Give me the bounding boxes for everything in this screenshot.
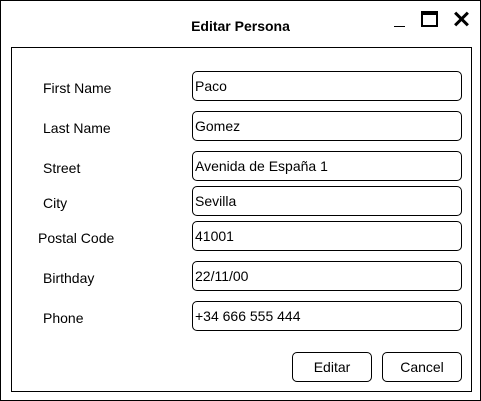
birthday-field[interactable] xyxy=(192,261,462,291)
last-name-label: Last Name xyxy=(43,120,111,136)
city-label: City xyxy=(43,195,68,211)
phone-label: Phone xyxy=(43,310,84,326)
minimize-icon[interactable] xyxy=(394,14,406,28)
street-field[interactable] xyxy=(192,151,462,181)
first-name-label: First Name xyxy=(43,80,112,96)
edit-button[interactable]: Editar xyxy=(292,352,372,382)
close-icon[interactable] xyxy=(453,11,471,29)
first-name-field[interactable] xyxy=(192,71,462,101)
edit-person-dialog: Editar Persona First Name Last Name Stre… xyxy=(0,0,481,401)
phone-field[interactable] xyxy=(192,301,462,331)
form-panel: First Name Last Name Street City Postal … xyxy=(11,47,472,392)
city-field[interactable] xyxy=(192,186,462,216)
street-label: Street xyxy=(43,160,81,176)
window-title: Editar Persona xyxy=(191,18,290,34)
last-name-field[interactable] xyxy=(192,111,462,141)
maximize-icon[interactable] xyxy=(421,11,439,28)
birthday-label: Birthday xyxy=(43,270,95,286)
postal-code-field[interactable] xyxy=(192,221,462,251)
title-bar: Editar Persona xyxy=(1,1,480,47)
postal-code-label: Postal Code xyxy=(38,230,115,246)
cancel-button[interactable]: Cancel xyxy=(382,352,462,382)
